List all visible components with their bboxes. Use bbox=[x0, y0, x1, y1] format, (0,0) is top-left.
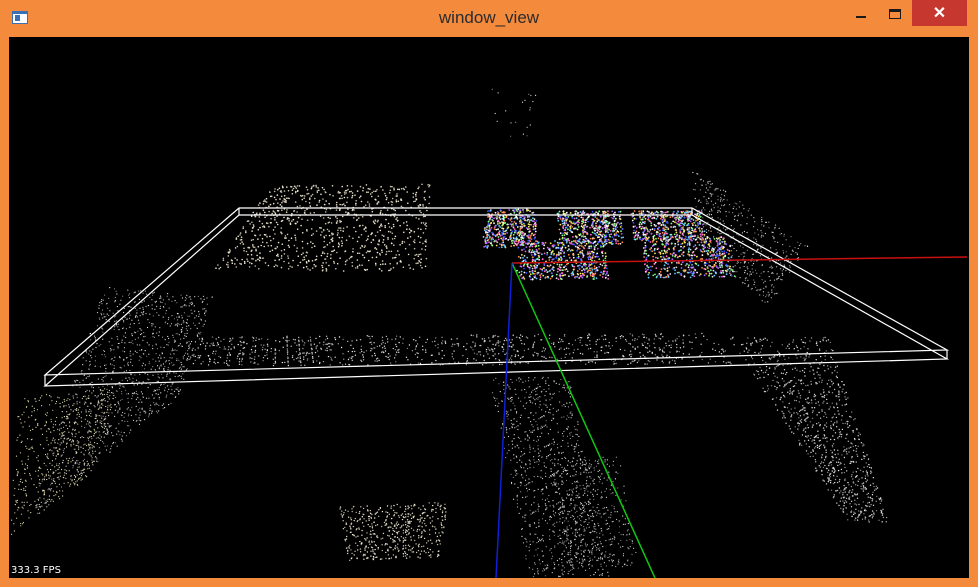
point-cloud-viewport[interactable]: 333.3 FPS bbox=[9, 37, 969, 578]
point-cloud-scene bbox=[11, 88, 968, 578]
app-window: window_view ✕ 333.3 FPS bbox=[0, 0, 978, 587]
minimize-icon bbox=[856, 16, 866, 18]
fps-counter: 333.3 FPS bbox=[11, 565, 61, 576]
y-axis-line bbox=[511, 262, 656, 578]
minimize-button[interactable] bbox=[842, 0, 880, 28]
window-title: window_view bbox=[438, 8, 540, 27]
close-icon: ✕ bbox=[932, 5, 947, 22]
title-bar[interactable]: window_view ✕ bbox=[0, 0, 978, 37]
maximize-icon bbox=[889, 9, 901, 19]
close-button[interactable]: ✕ bbox=[912, 0, 967, 26]
point-cloud bbox=[11, 88, 888, 578]
z-axis-line bbox=[495, 262, 513, 578]
maximize-button[interactable] bbox=[880, 0, 910, 28]
